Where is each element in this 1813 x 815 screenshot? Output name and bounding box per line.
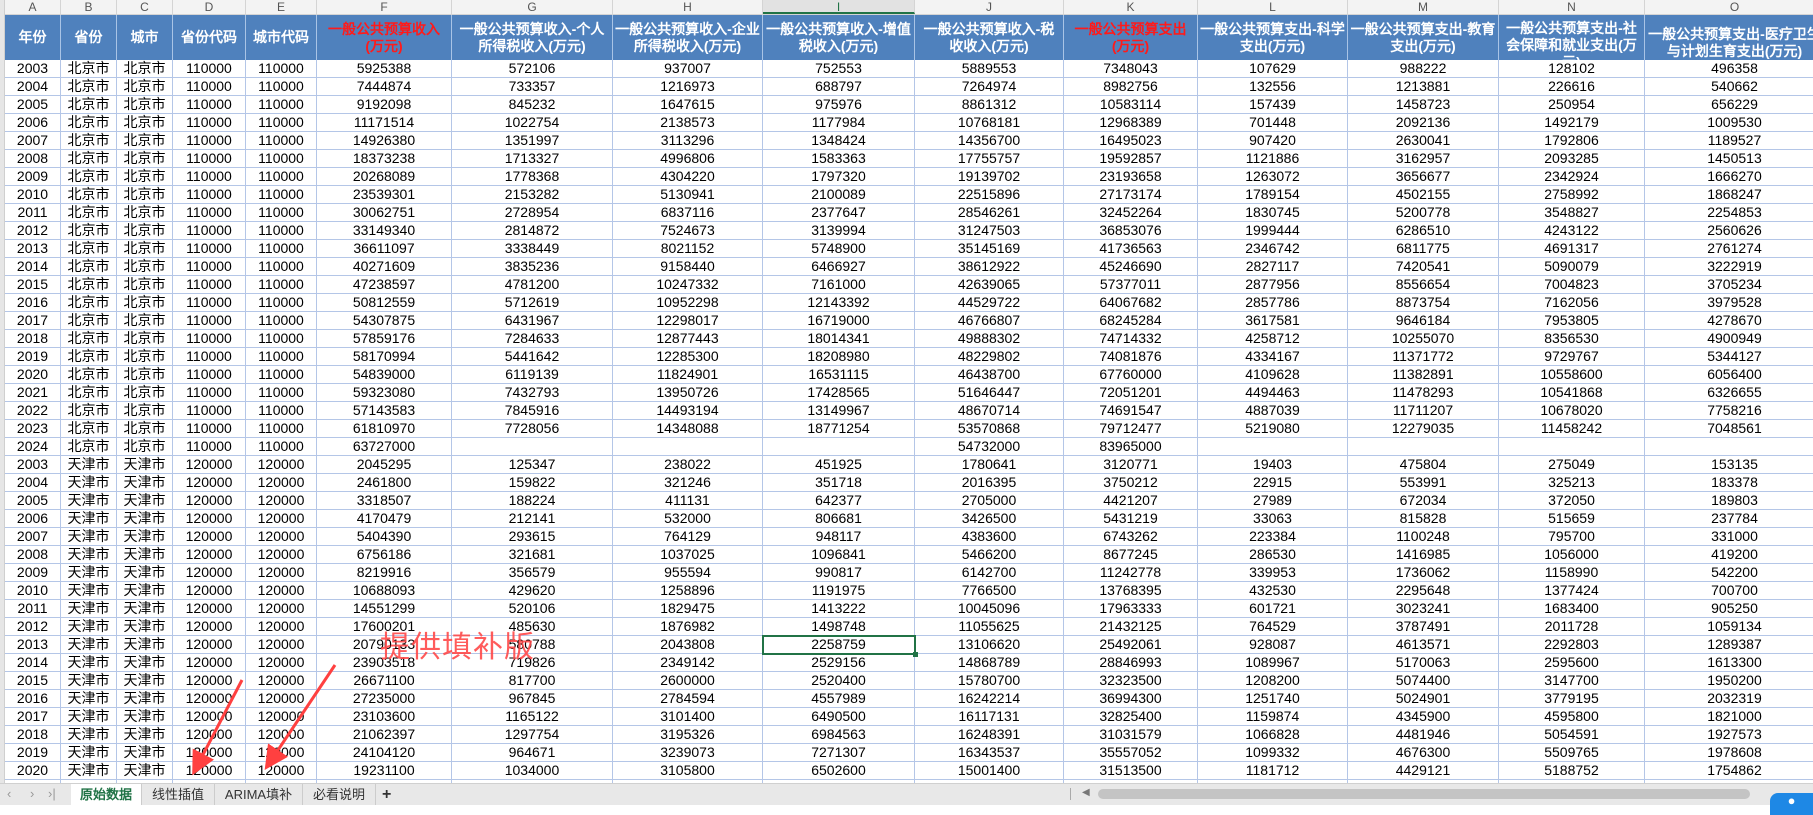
- sheet-tab-raw-data[interactable]: 原始数据: [71, 784, 142, 805]
- sheet-tab-bar: ‹ › ›| 原始数据 线性插值 ARIMA填补 必看说明 + ◀ ●: [0, 783, 1813, 815]
- spreadsheet-grid[interactable]: ABCDEFGHIJKLMNO 年份 省份 城市 省份代码 城市代码 一般公共预算收入(万…: [0, 0, 1813, 783]
- sheet-tab-readme[interactable]: 必看说明: [303, 784, 376, 805]
- sheet-tab-linear-interp[interactable]: 线性插值: [142, 784, 215, 805]
- arrow-icon: [264, 664, 337, 770]
- prev-sheet-icon[interactable]: ‹: [7, 786, 11, 801]
- add-sheet-button[interactable]: +: [382, 784, 391, 805]
- next-sheet-icon[interactable]: ›: [30, 786, 34, 801]
- last-sheet-icon[interactable]: ›|: [48, 786, 56, 801]
- horizontal-scrollbar[interactable]: [1098, 789, 1750, 799]
- arrow-icon: [192, 679, 244, 776]
- assistant-icon[interactable]: ●: [1770, 793, 1813, 815]
- sheet-tab-arima[interactable]: ARIMA填补: [215, 784, 303, 805]
- scroll-left-icon[interactable]: ◀: [1082, 787, 1090, 798]
- annotation-arrows: [192, 664, 337, 776]
- scrollbar-divider: [1070, 788, 1071, 800]
